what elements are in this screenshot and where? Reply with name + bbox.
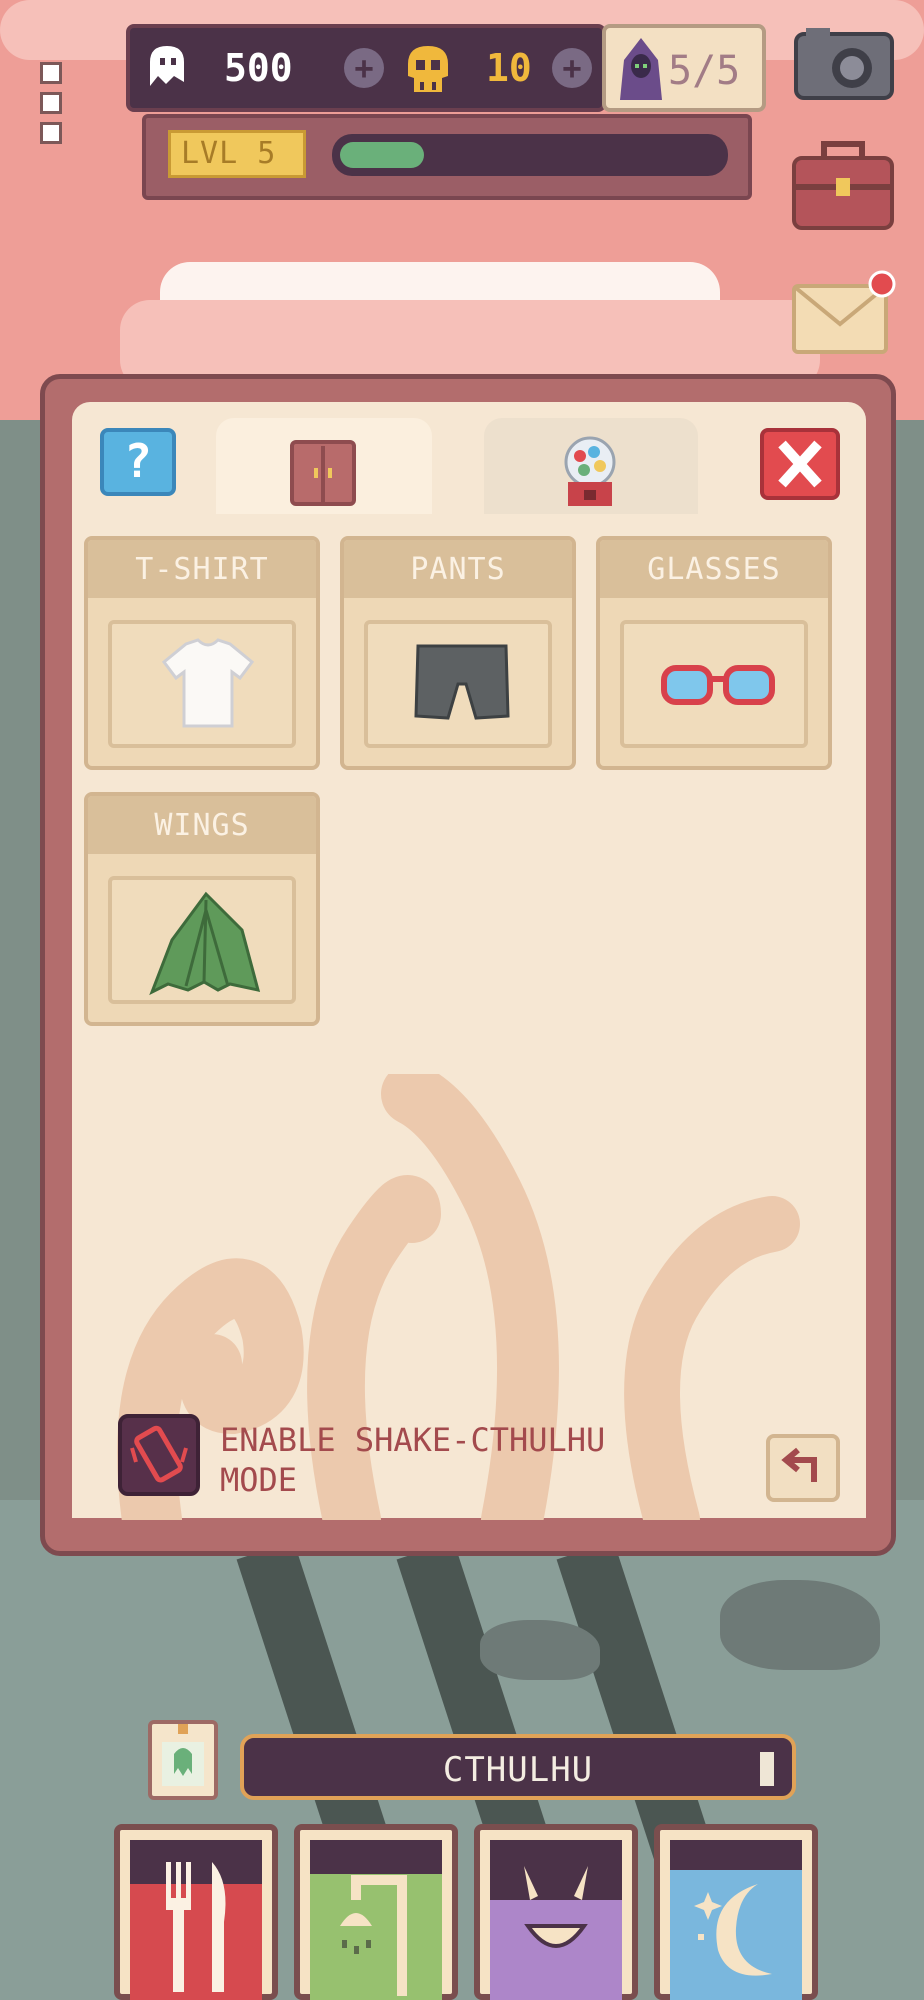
level-bar: LVL 5 <box>142 114 752 200</box>
game-face-icon <box>524 1866 588 1948</box>
fork-knife-icon <box>166 1862 226 1992</box>
tshirt-icon <box>161 638 255 728</box>
level-badge: LVL 5 <box>168 130 306 178</box>
undo-icon <box>781 1447 817 1482</box>
cultist-icon <box>620 38 662 100</box>
tab-gumball-shop[interactable] <box>484 418 698 518</box>
briefcase-icon[interactable] <box>790 140 896 232</box>
feed-button[interactable] <box>114 1824 278 2000</box>
slot-label: PANTS <box>410 552 506 587</box>
glasses-icon <box>661 665 775 705</box>
sleep-button[interactable] <box>654 1824 818 2000</box>
moon-icon <box>694 1884 772 1976</box>
close-icon <box>778 440 822 488</box>
cultist-counter: 5/5 <box>602 24 766 112</box>
slot-wings[interactable]: WINGS <box>84 792 320 1026</box>
phone-shake-icon <box>130 1425 188 1483</box>
gumball-machine-icon <box>564 436 616 506</box>
shower-button[interactable] <box>294 1824 458 2000</box>
wardrobe-icon <box>290 440 356 506</box>
undo-button[interactable] <box>766 1434 840 1502</box>
pet-id-badge[interactable] <box>148 1720 218 1800</box>
play-button[interactable] <box>474 1824 638 2000</box>
close-button[interactable] <box>760 428 840 500</box>
xp-progress-bar <box>332 134 728 176</box>
slot-tshirt[interactable]: T-SHIRT <box>84 536 320 770</box>
slot-label: WINGS <box>154 808 250 843</box>
slot-label: GLASSES <box>647 552 781 587</box>
xp-progress-fill <box>340 142 424 168</box>
ghost-currency-value: 500 <box>224 46 293 90</box>
slot-pants[interactable]: PANTS <box>340 536 576 770</box>
pants-icon <box>414 644 510 720</box>
ghost-icon <box>150 46 184 86</box>
rock <box>720 1580 880 1670</box>
skull-icon <box>408 46 448 92</box>
cthulhu-portrait-icon <box>162 1724 204 1786</box>
pencil-icon <box>760 1752 774 1786</box>
shake-mode-toggle[interactable] <box>118 1414 200 1496</box>
mail-icon[interactable] <box>790 270 900 358</box>
skull-currency-value: 10 <box>486 46 532 90</box>
cultist-count: 5/5 <box>668 48 741 94</box>
add-skull-currency-button[interactable]: + <box>552 48 592 88</box>
add-ghost-currency-button[interactable]: + <box>344 48 384 88</box>
camera-icon[interactable] <box>792 24 896 102</box>
pet-name: CTHULHU <box>442 1750 594 1790</box>
shower-icon <box>340 1875 407 1996</box>
slot-label: T-SHIRT <box>135 552 269 587</box>
rock <box>480 1620 600 1680</box>
wings-icon <box>149 891 261 996</box>
slot-glasses[interactable]: GLASSES <box>596 536 832 770</box>
shake-mode-label: ENABLE SHAKE-CTHULHU MODE <box>220 1421 606 1499</box>
currency-bar: 500 + 10 + <box>126 24 606 112</box>
pet-name-field[interactable]: CTHULHU <box>240 1734 796 1800</box>
help-button[interactable]: ? <box>100 428 176 496</box>
menu-button[interactable] <box>40 62 68 152</box>
tab-wardrobe[interactable] <box>216 418 432 518</box>
